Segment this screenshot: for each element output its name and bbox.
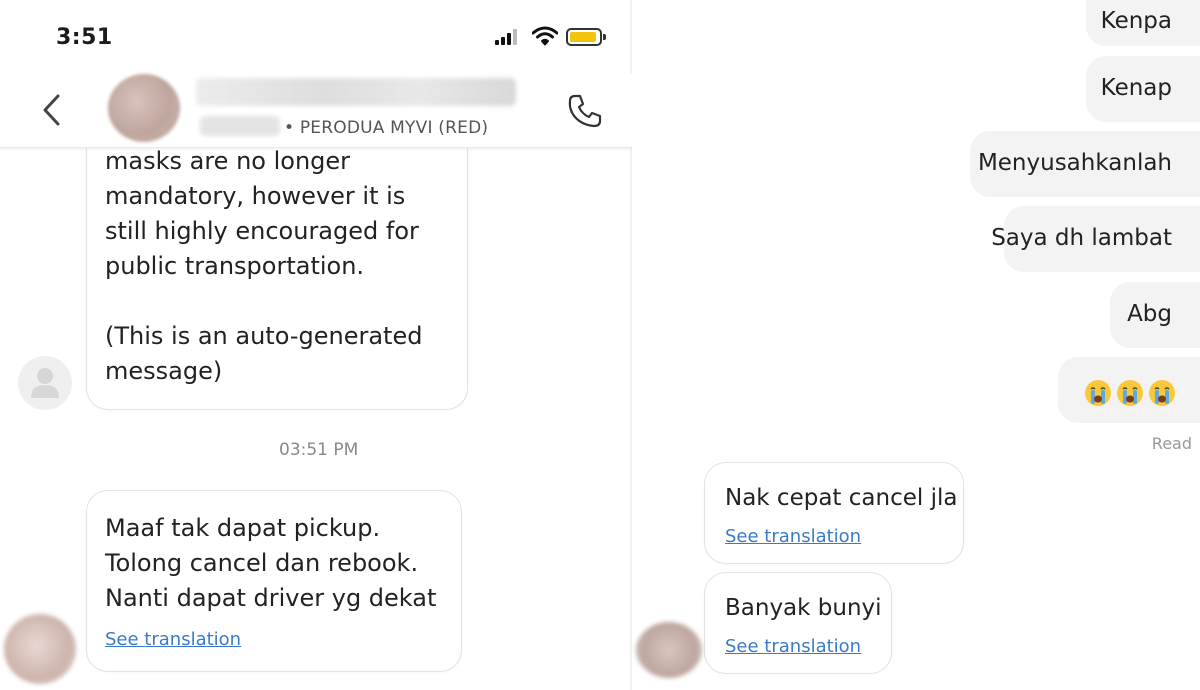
contact-avatar[interactable]: [108, 74, 180, 142]
sent-text: Saya dh lambat: [991, 225, 1172, 251]
left-chat-panel: masks are no longer mandatory, however i…: [0, 0, 632, 690]
sent-bubble: Menyusahkanlah: [970, 131, 1200, 197]
chat-header: • PERODUA MYVI (RED): [0, 74, 632, 148]
sent-bubble: Kenpa: [1086, 0, 1200, 46]
crying-emoji-icon: [1085, 379, 1111, 406]
right-chat-panel: Kenpa Kenap Menyusahkanlah Saya dh lamba…: [632, 0, 1200, 690]
sent-emoji-bubble: [1058, 357, 1200, 423]
see-translation-link[interactable]: See translation: [105, 629, 241, 650]
sent-text: Abg: [1127, 301, 1172, 327]
sent-bubble: Saya dh lambat: [991, 206, 1200, 272]
received-text: Nak cepat cancel jla: [725, 485, 958, 511]
person-icon: [31, 368, 59, 398]
driver-message-text: Maaf tak dapat pickup. Tolong cancel dan…: [105, 514, 437, 612]
driver-avatar: [4, 614, 76, 684]
message-timestamp: 03:51 PM: [279, 440, 359, 460]
cellular-signal-icon: [495, 29, 521, 45]
see-translation-link[interactable]: See translation: [725, 526, 861, 547]
status-bar: 3:51: [0, 0, 632, 74]
see-translation-link[interactable]: See translation: [725, 636, 861, 657]
system-avatar: [18, 356, 72, 410]
crying-emoji-icon: [1117, 379, 1143, 406]
crying-emoji-row: [1080, 375, 1176, 410]
sent-text: Menyusahkanlah: [977, 150, 1172, 176]
read-receipt: Read: [1151, 434, 1192, 453]
status-time: 3:51: [56, 25, 113, 50]
auto-message-bubble: masks are no longer mandatory, however i…: [86, 130, 468, 410]
plate-number-redacted: [200, 116, 280, 136]
chevron-left-icon[interactable]: [38, 92, 66, 128]
crying-emoji-icon: [1149, 379, 1175, 406]
wifi-icon: [532, 26, 558, 46]
sent-bubble: Kenap: [1086, 56, 1200, 122]
battery-icon: [566, 28, 606, 46]
sent-bubble: Abg: [1110, 282, 1200, 348]
sent-text: Kenpa: [1100, 8, 1172, 34]
driver-avatar: [636, 622, 702, 678]
phone-icon[interactable]: [566, 92, 604, 130]
received-text: Banyak bunyi: [725, 595, 882, 621]
received-bubble: Banyak bunyi See translation: [704, 572, 892, 674]
sent-text: Kenap: [1100, 75, 1172, 101]
driver-message-bubble: Maaf tak dapat pickup. Tolong cancel dan…: [86, 490, 462, 672]
contact-name-redacted: [196, 78, 516, 106]
auto-message-text: masks are no longer mandatory, however i…: [105, 147, 423, 385]
vehicle-info: • PERODUA MYVI (RED): [284, 118, 489, 138]
received-bubble: Nak cepat cancel jla See translation: [704, 462, 964, 564]
